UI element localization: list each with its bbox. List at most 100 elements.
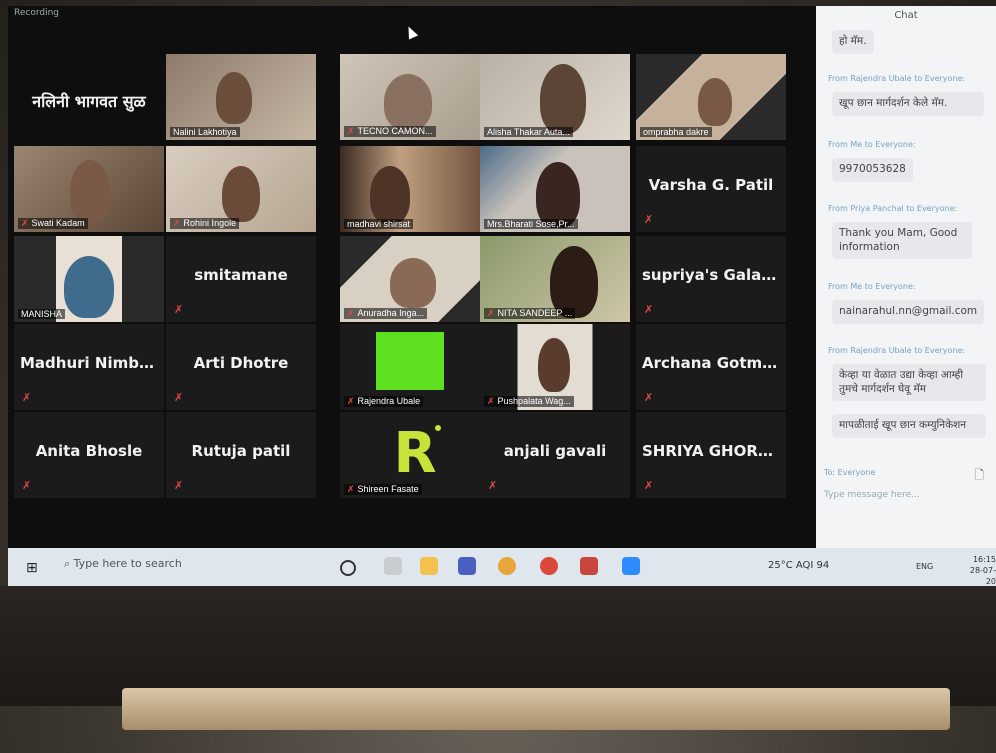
mouse-cursor-icon — [403, 24, 419, 40]
monitor-stand — [122, 688, 950, 730]
language-indicator[interactable]: ENG — [916, 562, 933, 571]
participant-name: ✗ Anuradha Inga... — [344, 308, 428, 319]
mic-muted-icon: ✗ — [347, 126, 355, 136]
mic-muted-icon: ✗ — [174, 391, 184, 404]
taskbar-search[interactable]: ⌕ Type here to search — [64, 557, 182, 571]
participant-name: madhavi shirsat — [344, 219, 414, 229]
weather-status[interactable]: 25°C AQI 94 — [768, 560, 829, 571]
chat-message: nainarahul.nn@gmail.com — [832, 300, 985, 324]
video-tile[interactable]: Nalini Lakhotiya — [166, 54, 316, 140]
chat-recipient-select[interactable]: To: Everyone — [824, 468, 875, 477]
participant-tile[interactable]: smitamane ✗ — [166, 236, 316, 322]
participant-name: ✗ Rajendra Ubale — [344, 396, 424, 407]
chat-message: Thank you Mam, Good information — [832, 222, 972, 260]
task-view-icon[interactable] — [384, 557, 402, 575]
participant-tile[interactable]: Madhuri Nimba... ✗ — [14, 324, 164, 410]
participant-name: ✗ Pushpalata Wag... — [484, 396, 574, 407]
mic-muted-icon: ✗ — [487, 308, 495, 318]
video-tile[interactable]: ✗ Pushpalata Wag... — [480, 324, 630, 410]
participant-name: Mrs.Bharati Sose,Pr... — [484, 219, 578, 229]
browser-icon[interactable] — [540, 557, 558, 575]
powerpoint-icon[interactable] — [580, 557, 598, 575]
green-video-feed — [376, 332, 444, 390]
mic-muted-icon: ✗ — [174, 303, 184, 316]
mic-muted-icon: ✗ — [644, 391, 654, 404]
video-tile[interactable]: ✗ NITA SANDEEP ... — [480, 236, 630, 322]
mic-muted-icon: ✗ — [644, 479, 654, 492]
mic-muted-icon: ✗ — [488, 479, 498, 492]
mic-muted-icon: ✗ — [174, 479, 184, 492]
chrome-icon[interactable] — [498, 557, 516, 575]
participant-name: SHRIYA GHORP... — [642, 442, 784, 460]
active-speaker-tile[interactable]: MANISHA — [14, 236, 164, 322]
video-tile[interactable]: omprabha dakre — [636, 54, 786, 140]
participant-name: Nalini Lakhotiya — [170, 127, 240, 137]
video-tile[interactable]: ✗ Swati Kadam — [14, 146, 164, 232]
recording-indicator: Recording — [14, 8, 60, 18]
mic-muted-icon: ✗ — [644, 303, 654, 316]
participant-name: Anita Bhosle — [35, 442, 143, 460]
participant-name: Archana Gotmu... — [642, 354, 786, 372]
participant-tile[interactable]: supriya's Galax... ✗ — [636, 236, 786, 322]
participant-name: Rutuja patil — [191, 442, 291, 460]
mic-muted-icon: ✗ — [22, 479, 32, 492]
zoom-app-icon[interactable] — [622, 557, 640, 575]
participant-tile[interactable]: Varsha G. Patil ✗ — [636, 146, 786, 232]
video-tile[interactable]: madhavi shirsat — [340, 146, 490, 232]
chat-message: मापळीताई खूप छान कम्युनिकेशन — [832, 414, 986, 438]
chat-sender: From Me to Everyone: — [828, 282, 916, 291]
mic-muted-icon: ✗ — [173, 218, 181, 228]
chat-sender: From Me to Everyone: — [828, 140, 916, 149]
participant-tile[interactable]: Rutuja patil ✗ — [166, 412, 316, 498]
video-tile[interactable]: ✗ Rajendra Ubale — [340, 324, 490, 410]
teams-icon[interactable] — [458, 557, 476, 575]
mic-muted-icon: ✗ — [644, 213, 654, 226]
chat-message: खूप छान मार्गदर्शन केले मॅम. — [832, 92, 984, 116]
participant-name: omprabha dakre — [640, 127, 712, 137]
participant-tile[interactable]: Archana Gotmu... ✗ — [636, 324, 786, 410]
svg-text:R: R — [393, 421, 436, 482]
participant-tile[interactable]: anjali gavali ✗ — [480, 412, 630, 498]
chat-sender: From Rajendra Ubale to Everyone: — [828, 346, 966, 355]
participant-tile[interactable]: SHRIYA GHORP... ✗ — [636, 412, 786, 498]
name-banner-tile[interactable]: नलिनी भागवत सुळ — [14, 54, 164, 140]
participant-name: ✗ TECNO CAMON... — [344, 126, 436, 137]
file-explorer-icon[interactable] — [420, 557, 438, 575]
video-tile[interactable]: ✗ Anuradha Inga... — [340, 236, 490, 322]
participant-name: supriya's Galax... — [642, 266, 786, 284]
participant-tile[interactable]: Arti Dhotre ✗ — [166, 324, 316, 410]
participant-name: ✗ Swati Kadam — [18, 218, 88, 229]
video-tile[interactable]: ✗ TECNO CAMON... — [340, 54, 490, 140]
zoom-gallery-view: Recording नलिनी भागवत सुळ Nalini Lakhoti… — [8, 6, 816, 548]
mic-muted-icon: ✗ — [487, 396, 495, 406]
chat-panel: Chat हो मॅम. From Rajendra Ubale to Ever… — [816, 6, 996, 548]
video-tile[interactable]: R ✗ Shireen Fasate — [340, 412, 490, 498]
participant-name: Alisha Thakar Auta... — [484, 127, 573, 137]
video-tile[interactable]: ✗ Rohini Ingole — [166, 146, 316, 232]
participant-name: anjali gavali — [503, 442, 607, 460]
video-tile[interactable]: Alisha Thakar Auta... — [480, 54, 630, 140]
chat-title: Chat — [894, 10, 918, 21]
participant-name: ✗ Shireen Fasate — [344, 484, 422, 495]
video-tile[interactable]: Mrs.Bharati Sose,Pr... — [480, 146, 630, 232]
monitor-screen: Recording नलिनी भागवत सुळ Nalini Lakhoti… — [8, 6, 996, 586]
windows-start-icon[interactable]: ⊞ — [26, 560, 38, 576]
participant-name: Varsha G. Patil — [648, 176, 774, 194]
mic-muted-icon: ✗ — [21, 218, 29, 228]
chat-input[interactable]: Type message here... — [824, 490, 920, 500]
mic-muted-icon: ✗ — [347, 308, 355, 318]
participant-tile[interactable]: Anita Bhosle ✗ — [14, 412, 164, 498]
participant-name: ✗ NITA SANDEEP ... — [484, 308, 576, 319]
profile-logo-icon: R — [384, 420, 446, 482]
windows-taskbar: ⊞ ⌕ Type here to search 25°C AQI 94 ENG … — [8, 548, 996, 586]
participant-name: ✗ Rohini Ingole — [170, 218, 240, 229]
participant-name: Arti Dhotre — [193, 354, 289, 372]
taskbar-clock[interactable]: 16:15 28-07-20 — [962, 554, 996, 586]
mic-muted-icon: ✗ — [347, 396, 355, 406]
mic-muted-icon: ✗ — [347, 484, 355, 494]
name-banner: नलिनी भागवत सुळ — [32, 92, 146, 111]
cortana-icon[interactable] — [340, 560, 356, 576]
file-share-icon[interactable]: 🗋 — [974, 466, 984, 487]
chat-message: हो मॅम. — [832, 30, 874, 54]
chat-sender: From Priya Panchal to Everyone: — [828, 204, 958, 213]
